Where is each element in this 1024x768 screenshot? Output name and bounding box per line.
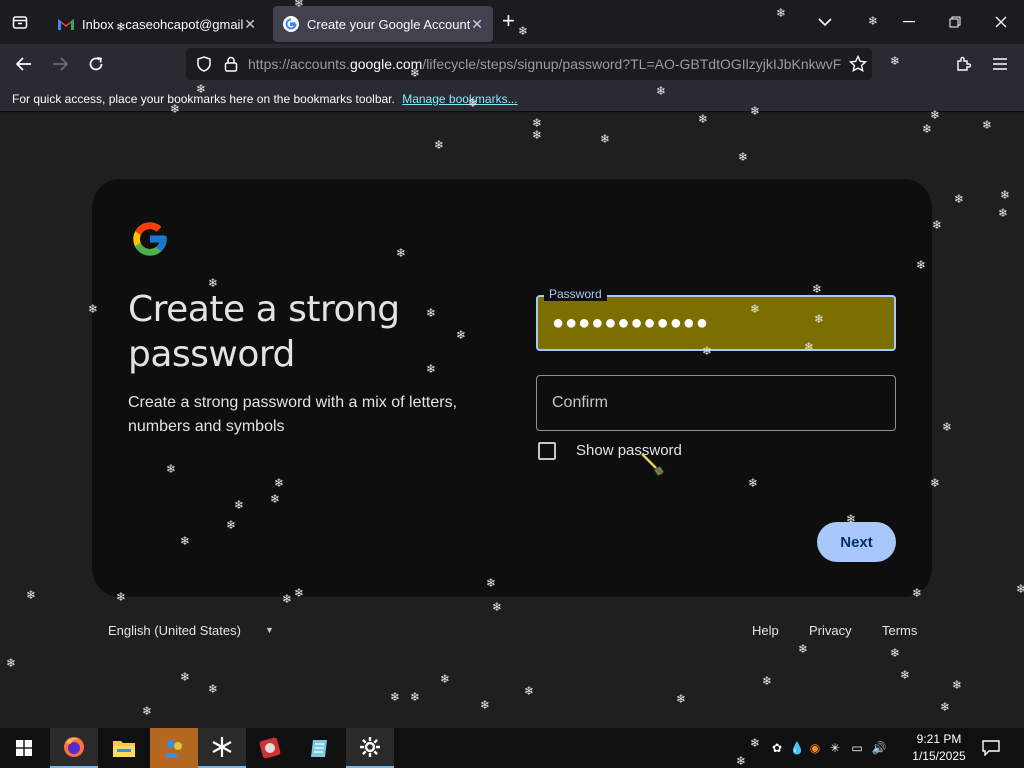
folder-icon [113, 741, 135, 757]
confirm-placeholder: Confirm [552, 394, 609, 411]
cursor-icon [641, 453, 665, 477]
tab-close-icon[interactable]: ✕ [471, 16, 483, 33]
language-selector[interactable]: English (United States) [108, 623, 241, 638]
chevron-down-icon [818, 18, 832, 27]
taskbar-app-4[interactable] [296, 728, 344, 768]
windows-logo-icon [16, 740, 32, 756]
tab-create-account[interactable]: Create your Google Account ✕ [273, 6, 493, 42]
tray-asterisk-icon[interactable]: ✳ [824, 741, 846, 755]
taskbar-app-1[interactable] [150, 728, 198, 768]
tray-orange-icon[interactable]: ◉ [806, 741, 824, 755]
tab-title: Inbox - caseohcapot@gmail.com [82, 16, 244, 32]
tray-app-icon[interactable]: ✿ [766, 741, 788, 755]
volume-icon[interactable]: 🔊 [868, 741, 890, 755]
forward-button[interactable] [44, 48, 76, 80]
bookmarks-hint-text: For quick access, place your bookmarks h… [12, 92, 395, 106]
game-app-icon [259, 737, 281, 759]
confirm-password-input[interactable]: Confirm [536, 375, 896, 431]
minimize-icon [903, 21, 915, 23]
manage-bookmarks-link[interactable]: Manage bookmarks... [402, 92, 517, 106]
notification-center-button[interactable] [968, 728, 1014, 768]
google-icon [283, 16, 299, 32]
windows-taskbar: ✿ 💧 ◉ ✳ ▭ 🔊 9:21 PM 1/15/2025 [0, 728, 1024, 768]
star-icon [849, 55, 867, 73]
close-icon [995, 16, 1007, 28]
notepad-app-icon [311, 740, 327, 757]
password-label: Password [544, 287, 607, 301]
taskbar-settings[interactable] [346, 728, 394, 768]
reload-button[interactable] [80, 48, 112, 80]
system-tray: ✿ 💧 ◉ ✳ ▭ 🔊 [766, 728, 890, 768]
password-input[interactable]: ●●●●●●●●●●●● [536, 295, 896, 351]
url-text[interactable]: https://accounts.google.com/lifecycle/st… [248, 56, 842, 72]
reload-icon [89, 57, 103, 71]
taskbar-firefox[interactable] [50, 728, 98, 768]
password-value: ●●●●●●●●●●●● [552, 312, 709, 334]
tab-title: Create your Google Account [307, 16, 471, 32]
network-icon[interactable]: ▭ [846, 741, 868, 755]
help-link[interactable]: Help [752, 623, 779, 638]
clock-time: 9:21 PM [916, 732, 962, 746]
page-content: Create a strong password Create a strong… [0, 113, 1024, 728]
caret-down-icon[interactable]: ▼ [265, 625, 274, 635]
new-tab-button[interactable]: + [502, 8, 515, 34]
list-all-tabs-button[interactable] [802, 0, 848, 44]
restore-button[interactable] [932, 0, 978, 44]
restore-icon [949, 16, 961, 28]
tab-close-icon[interactable]: ✕ [244, 16, 256, 33]
chat-bubble-icon [982, 740, 1000, 756]
back-arrow-icon [16, 57, 31, 71]
terms-link[interactable]: Terms [882, 623, 917, 638]
next-button[interactable]: Next [817, 522, 896, 562]
page-title: Create a strong password [128, 289, 400, 375]
signup-card: Create a strong password Create a strong… [92, 179, 932, 597]
taskbar-app-3[interactable] [246, 728, 294, 768]
clock-date: 1/15/2025 [912, 749, 966, 763]
droplet-icon[interactable]: 💧 [788, 741, 806, 755]
firefox-view-icon [12, 16, 28, 29]
puzzle-icon [957, 56, 972, 71]
firefox-view-button[interactable] [0, 0, 40, 44]
firefox-icon [64, 737, 84, 757]
privacy-link[interactable]: Privacy [809, 623, 852, 638]
tab-strip: Inbox - caseohcapot@gmail.com ✕ Create y… [0, 0, 1024, 44]
taskbar-file-explorer[interactable] [100, 728, 148, 768]
show-password-checkbox[interactable] [538, 442, 556, 460]
bookmark-star-button[interactable] [842, 48, 874, 80]
tab-inbox[interactable]: Inbox - caseohcapot@gmail.com ✕ [48, 6, 266, 42]
forward-arrow-icon [53, 57, 68, 71]
shield-icon[interactable] [196, 56, 212, 72]
address-bar[interactable]: https://accounts.google.com/lifecycle/st… [186, 48, 872, 80]
navigation-toolbar: https://accounts.google.com/lifecycle/st… [0, 44, 1024, 86]
lock-icon[interactable] [224, 56, 238, 72]
google-logo-icon [133, 222, 167, 256]
extensions-button[interactable] [948, 48, 980, 80]
gear-icon [360, 737, 380, 757]
people-app-icon [164, 740, 182, 758]
hamburger-menu-icon [993, 58, 1007, 70]
asterisk-icon [212, 737, 232, 757]
close-window-button[interactable] [978, 0, 1024, 44]
minimize-button[interactable] [886, 0, 932, 44]
back-button[interactable] [8, 48, 40, 80]
gmail-icon [58, 16, 74, 32]
start-button[interactable] [0, 728, 48, 768]
bookmarks-toolbar: For quick access, place your bookmarks h… [0, 86, 1024, 112]
app-menu-button[interactable] [984, 48, 1016, 80]
taskbar-app-2[interactable] [198, 728, 246, 768]
page-subtitle: Create a strong password with a mix of l… [128, 394, 458, 435]
taskbar-clock[interactable]: 9:21 PM 1/15/2025 [908, 731, 970, 765]
